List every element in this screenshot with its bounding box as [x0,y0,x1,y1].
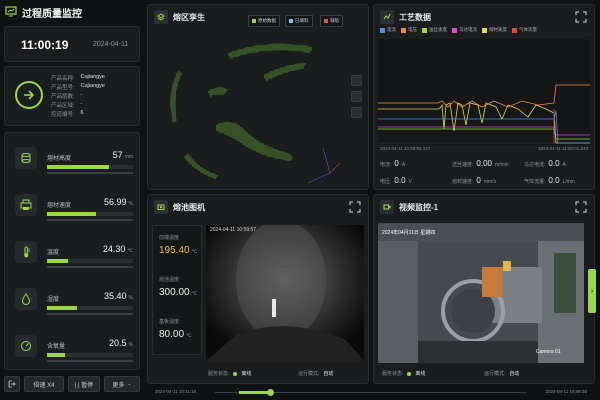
panel-title: 视频监控-1 [399,202,439,212]
run-mode: 运行模式: 自动 [484,371,520,377]
camera-icon [154,200,168,214]
clock: 11:00:19 [21,38,69,52]
point-cloud-view[interactable] [158,33,348,185]
chart-legend: 电流 电压 送丝速度 马达电流 熔材速度 气体流量 [380,27,537,33]
melt-twin-panel: 熔区孪生 原始数据 已填料 缺陷 [147,4,369,190]
progress-bar [47,165,133,169]
expand-icon[interactable] [574,10,588,24]
video-camera-icon [380,200,394,214]
video-feed[interactable]: 2024年04月11日 星期四 Camera 01 [378,223,584,363]
legend-item[interactable]: 电压 [401,27,417,33]
timeline[interactable]: 2024-04-11 10:11:16 2024-04-11 16:48:35 [147,387,595,399]
metrics-panel: 熔材高度 57 mm 熔材速度 56.99% 温度 24.30 ℃ 湿度 35.40… [4,132,140,370]
progress-bar [47,259,133,263]
service-status: 服务状态: 离线 [382,371,426,377]
view-tool-button[interactable] [351,107,362,118]
expand-icon[interactable] [348,200,362,214]
next-camera-button[interactable]: › [588,269,596,313]
gas-flow-value: 气体流量: 0.0 L/min [524,176,575,185]
thermometer-icon [15,241,37,263]
progress-bar [47,306,133,310]
legend-item[interactable]: 气体流量 [512,27,537,33]
melt-speed-value: 熔材速度: 0 mm/s [452,176,497,185]
timeline-handle[interactable] [267,389,274,396]
panel-title: 工艺数据 [399,12,431,22]
track-number-row: 控道编号: 6 [51,110,84,118]
metric-speed: 熔材速度 56.99% [9,184,137,228]
view-tool-button[interactable] [351,91,362,102]
process-data-panel: 工艺数据 电流 电压 送丝速度 马达电流 熔材速度 气体流量 2024-04-1… [373,4,595,190]
progress-bar [47,353,133,357]
legend-item[interactable]: 熔材速度 [482,27,507,33]
exit-icon [8,380,16,388]
toggle-filled[interactable]: 已填料 [285,15,313,27]
melt-pool-image: 2024-04-11 10:59:57 [206,225,364,361]
app-header: 过程质量监控 [0,0,146,24]
cylinder-icon [15,147,37,169]
humidity-icon [15,288,37,310]
legend-item[interactable]: 电流 [380,27,396,33]
arrow-right-icon[interactable] [15,81,43,109]
time-panel: 11:00:19 2024-04-11 [4,26,140,62]
exit-button[interactable] [4,376,20,392]
product-name-row: 产品名称: Cujiangye [51,74,105,82]
legend-item[interactable]: 送丝速度 [422,27,447,33]
product-region-row: 产品区域: - [51,101,83,109]
temperature-readings: 前端温度 195.40 ℃ 熔池温度 300.00 ℃ 基板温度 80.00 ℃ [152,225,202,355]
layers-icon [154,10,168,24]
service-status: 服务状态: 离线 [208,371,252,377]
printer-icon [15,194,37,216]
legend-item[interactable]: 马达电流 [452,27,477,33]
panel-title: 熔池图机 [173,202,205,212]
current-value: 电流: 0 A [380,159,406,168]
product-model-row: 产品型号: Cujiangye [51,83,105,91]
process-line-chart [378,39,590,145]
product-info-panel: 产品名称: Cujiangye 产品型号: Cujiangye 产品层数: - 产品区… [4,66,140,126]
toggle-defect[interactable]: 缺陷 [320,15,343,27]
timeline-progress [239,391,269,394]
voltage-value: 电压: 0.0 V [380,176,412,185]
metric-humidity: 湿度 35.40% [9,278,137,322]
toggle-raw-data[interactable]: 原始数据 [248,15,280,27]
panel-title: 熔区孪生 [173,12,205,22]
progress-bar [47,212,133,216]
melt-pool-camera-panel: 熔池图机 前端温度 195.40 ℃ 熔池温度 300.00 ℃ 基板温度 80.0… [147,194,369,384]
view-tool-button[interactable] [351,75,362,86]
date: 2024-04-11 [93,41,129,48]
metric-temperature: 温度 24.30 ℃ [9,231,137,275]
gauge-icon [15,335,37,357]
metric-height: 熔材高度 57 mm [9,137,137,181]
more-button[interactable]: 更多 ⌄ [104,376,140,392]
page-title: 过程质量监控 [22,8,82,20]
wire-speed-value: 送丝速度: 0.00 m/min [452,159,509,168]
product-layers-row: 产品层数: - [51,92,83,100]
metric-oxygen: 含氧量 20.5% [9,325,137,369]
chart-icon [380,10,394,24]
expand-icon[interactable] [574,200,588,214]
video-monitor-panel: 视频监控-1 2024年04月11日 星期四 Camera 01 › 服务状态:… [373,194,596,384]
motor-current-value: 马达电流: 0.0 A [524,159,566,168]
run-mode: 运行模式: 自动 [298,371,334,377]
speed-button[interactable]: 倍速 X4 [24,376,64,392]
pause-button[interactable]: | | 暂停 [68,376,100,392]
monitor-icon [5,5,17,19]
